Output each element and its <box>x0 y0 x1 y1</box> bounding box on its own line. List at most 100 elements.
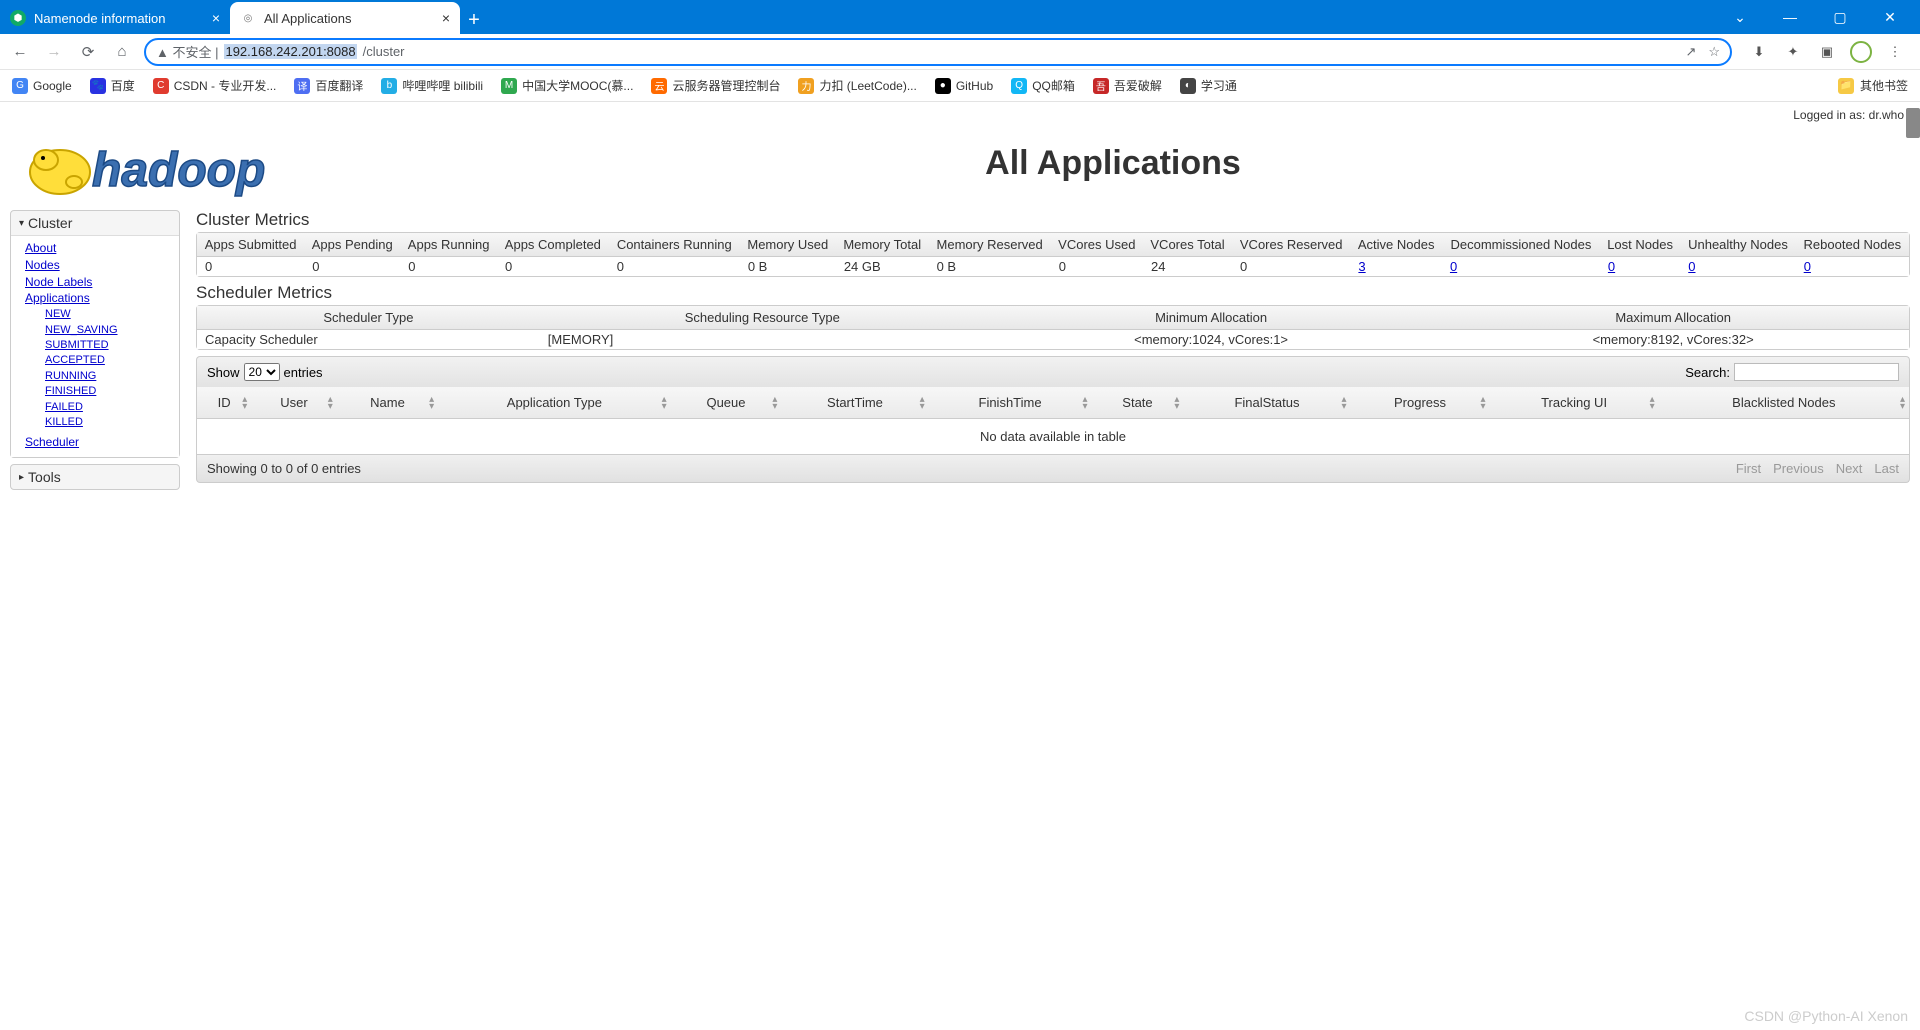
sidebar-app-state-link[interactable]: SUBMITTED <box>45 338 173 353</box>
home-icon[interactable]: ⌂ <box>110 40 134 64</box>
sidebar-link[interactable]: About <box>25 240 173 257</box>
sort-icon: ▴▾ <box>1174 396 1179 410</box>
apps-column-header[interactable]: ID▴▾ <box>197 387 251 419</box>
bookmark-item[interactable]: M中国大学MOOC(慕... <box>501 77 633 94</box>
close-tab-icon[interactable]: × <box>442 10 450 26</box>
minimize-icon[interactable]: — <box>1774 9 1806 26</box>
metrics-cell: 0 <box>1442 257 1600 276</box>
reload-icon[interactable]: ⟳ <box>76 40 100 64</box>
bookmark-item[interactable]: GGoogle <box>12 78 72 94</box>
apps-column-header[interactable]: Name▴▾ <box>337 387 438 419</box>
hadoop-logo[interactable]: hadoop <box>16 132 316 204</box>
cluster-metrics-heading: Cluster Metrics <box>196 210 1910 230</box>
pagination: First Previous Next Last <box>1736 461 1899 476</box>
entries-select[interactable]: 20 <box>244 363 280 381</box>
url-bar[interactable]: ▲ 不安全 | 192.168.242.201:8088 /cluster ↗ … <box>144 38 1732 66</box>
metrics-link[interactable]: 0 <box>1608 259 1615 274</box>
bookmark-favicon: C <box>153 78 169 94</box>
bookmark-item[interactable]: b哔哩哔哩 bilibili <box>381 77 483 94</box>
apps-column-header[interactable]: Application Type▴▾ <box>438 387 671 419</box>
search-input[interactable] <box>1734 363 1899 381</box>
metrics-header: Apps Pending <box>304 233 400 257</box>
scrollbar-thumb[interactable] <box>1906 108 1920 138</box>
new-tab-button[interactable]: + <box>460 6 488 34</box>
apps-column-header[interactable]: FinalStatus▴▾ <box>1183 387 1350 419</box>
apps-column-header[interactable]: FinishTime▴▾ <box>929 387 1092 419</box>
sidebar-app-state-link[interactable]: FINISHED <box>45 384 173 399</box>
sidebar-app-state-link[interactable]: KILLED <box>45 415 173 430</box>
bookmark-item[interactable]: ●GitHub <box>935 78 993 94</box>
close-window-icon[interactable]: ✕ <box>1874 9 1906 26</box>
tab-title: Namenode information <box>34 11 166 26</box>
sidebar-app-state-link[interactable]: NEW <box>45 307 173 322</box>
back-icon[interactable]: ← <box>8 40 32 64</box>
sort-icon: ▴▾ <box>772 396 777 410</box>
sort-icon: ▴▾ <box>662 396 667 410</box>
bookmark-item[interactable]: C CSDN - 专业开发... <box>153 77 277 94</box>
sidebar-app-state-link[interactable]: NEW_SAVING <box>45 323 173 338</box>
browser-tab-inactive[interactable]: ⬢ Namenode information × <box>0 2 230 34</box>
triangle-right-icon: ▸ <box>19 472 24 483</box>
sidebar-app-state-link[interactable]: ACCEPTED <box>45 353 173 368</box>
metrics-link[interactable]: 0 <box>1804 259 1811 274</box>
metrics-cell: 0 <box>1680 257 1795 276</box>
sidebar-tools-header[interactable]: ▸ Tools <box>11 465 179 489</box>
browser-tab-active[interactable]: ◎ All Applications × <box>230 2 460 34</box>
metrics-header: Rebooted Nodes <box>1796 233 1909 257</box>
bookmark-item[interactable]: 🐾百度 <box>90 77 135 94</box>
share-icon[interactable]: ↗ <box>1685 44 1696 60</box>
metrics-header: Memory Used <box>740 233 836 257</box>
apps-column-header[interactable]: Tracking UI▴▾ <box>1489 387 1658 419</box>
bookmark-label: CSDN - 专业开发... <box>174 77 277 94</box>
sort-icon: ▴▾ <box>1480 396 1485 410</box>
apps-column-header[interactable]: Blacklisted Nodes▴▾ <box>1659 387 1909 419</box>
bookmark-favicon: Q <box>1011 78 1027 94</box>
apps-column-header[interactable]: User▴▾ <box>251 387 337 419</box>
bookmark-item[interactable]: 吾吾爱破解 <box>1093 77 1162 94</box>
metrics-link[interactable]: 0 <box>1688 259 1695 274</box>
scheduler-header: Maximum Allocation <box>1437 306 1909 330</box>
paginate-button[interactable]: First <box>1736 461 1761 476</box>
bookmark-item[interactable]: 云云服务器管理控制台 <box>651 77 780 94</box>
panel-icon[interactable]: ▣ <box>1816 41 1838 63</box>
paginate-button[interactable]: Last <box>1874 461 1899 476</box>
star-icon[interactable]: ☆ <box>1708 44 1720 60</box>
bookmark-item[interactable]: 译百度翻译 <box>294 77 363 94</box>
bookmark-bar: GGoogle 🐾百度 C CSDN - 专业开发... 译百度翻译 b哔哩哔哩 bili… <box>0 70 1920 102</box>
sidebar-cluster-header[interactable]: ▾ Cluster <box>11 211 179 235</box>
profile-avatar[interactable] <box>1850 41 1872 63</box>
apps-column-header[interactable]: Progress▴▾ <box>1351 387 1490 419</box>
scheduler-cell: Capacity Scheduler <box>197 330 540 349</box>
apps-column-header[interactable]: State▴▾ <box>1092 387 1184 419</box>
sidebar-link[interactable]: Node Labels <box>25 274 173 291</box>
chevron-down-icon[interactable]: ⌄ <box>1724 9 1756 26</box>
metrics-header: Decommissioned Nodes <box>1442 233 1600 257</box>
extensions-icon[interactable]: ✦ <box>1782 41 1804 63</box>
bookmark-label: 云服务器管理控制台 <box>672 77 780 94</box>
forward-icon[interactable]: → <box>42 40 66 64</box>
bookmark-item[interactable]: 力力扣 (LeetCode)... <box>798 77 916 94</box>
sidebar-link[interactable]: Applications <box>25 290 173 307</box>
metrics-link[interactable]: 0 <box>1450 259 1457 274</box>
paginate-button[interactable]: Previous <box>1773 461 1824 476</box>
bookmark-item[interactable]: ◐学习通 <box>1180 77 1237 94</box>
menu-dots-icon[interactable]: ⋮ <box>1884 41 1906 63</box>
close-tab-icon[interactable]: × <box>212 10 220 26</box>
metrics-link[interactable]: 3 <box>1358 259 1365 274</box>
apps-column-header[interactable]: StartTime▴▾ <box>781 387 928 419</box>
sidebar-cluster-box: ▾ Cluster AboutNodesNode LabelsApplicati… <box>10 210 180 458</box>
sidebar-app-state-link[interactable]: RUNNING <box>45 369 173 384</box>
apps-column-header[interactable]: Queue▴▾ <box>671 387 782 419</box>
scheduler-header: Scheduler Type <box>197 306 540 330</box>
sidebar-scheduler-link[interactable]: Scheduler <box>25 434 173 451</box>
scheduler-cell: [MEMORY] <box>540 330 985 349</box>
sidebar-link[interactable]: Nodes <box>25 257 173 274</box>
bookmark-item[interactable]: QQQ邮箱 <box>1011 77 1075 94</box>
downloads-icon[interactable]: ⬇ <box>1748 41 1770 63</box>
metrics-cell: 0 B <box>929 257 1051 276</box>
sidebar-app-state-link[interactable]: FAILED <box>45 400 173 415</box>
metrics-header: VCores Used <box>1051 233 1143 257</box>
other-bookmarks[interactable]: 📁 其他书签 <box>1838 77 1908 94</box>
paginate-button[interactable]: Next <box>1836 461 1863 476</box>
maximize-icon[interactable]: ▢ <box>1824 9 1856 26</box>
